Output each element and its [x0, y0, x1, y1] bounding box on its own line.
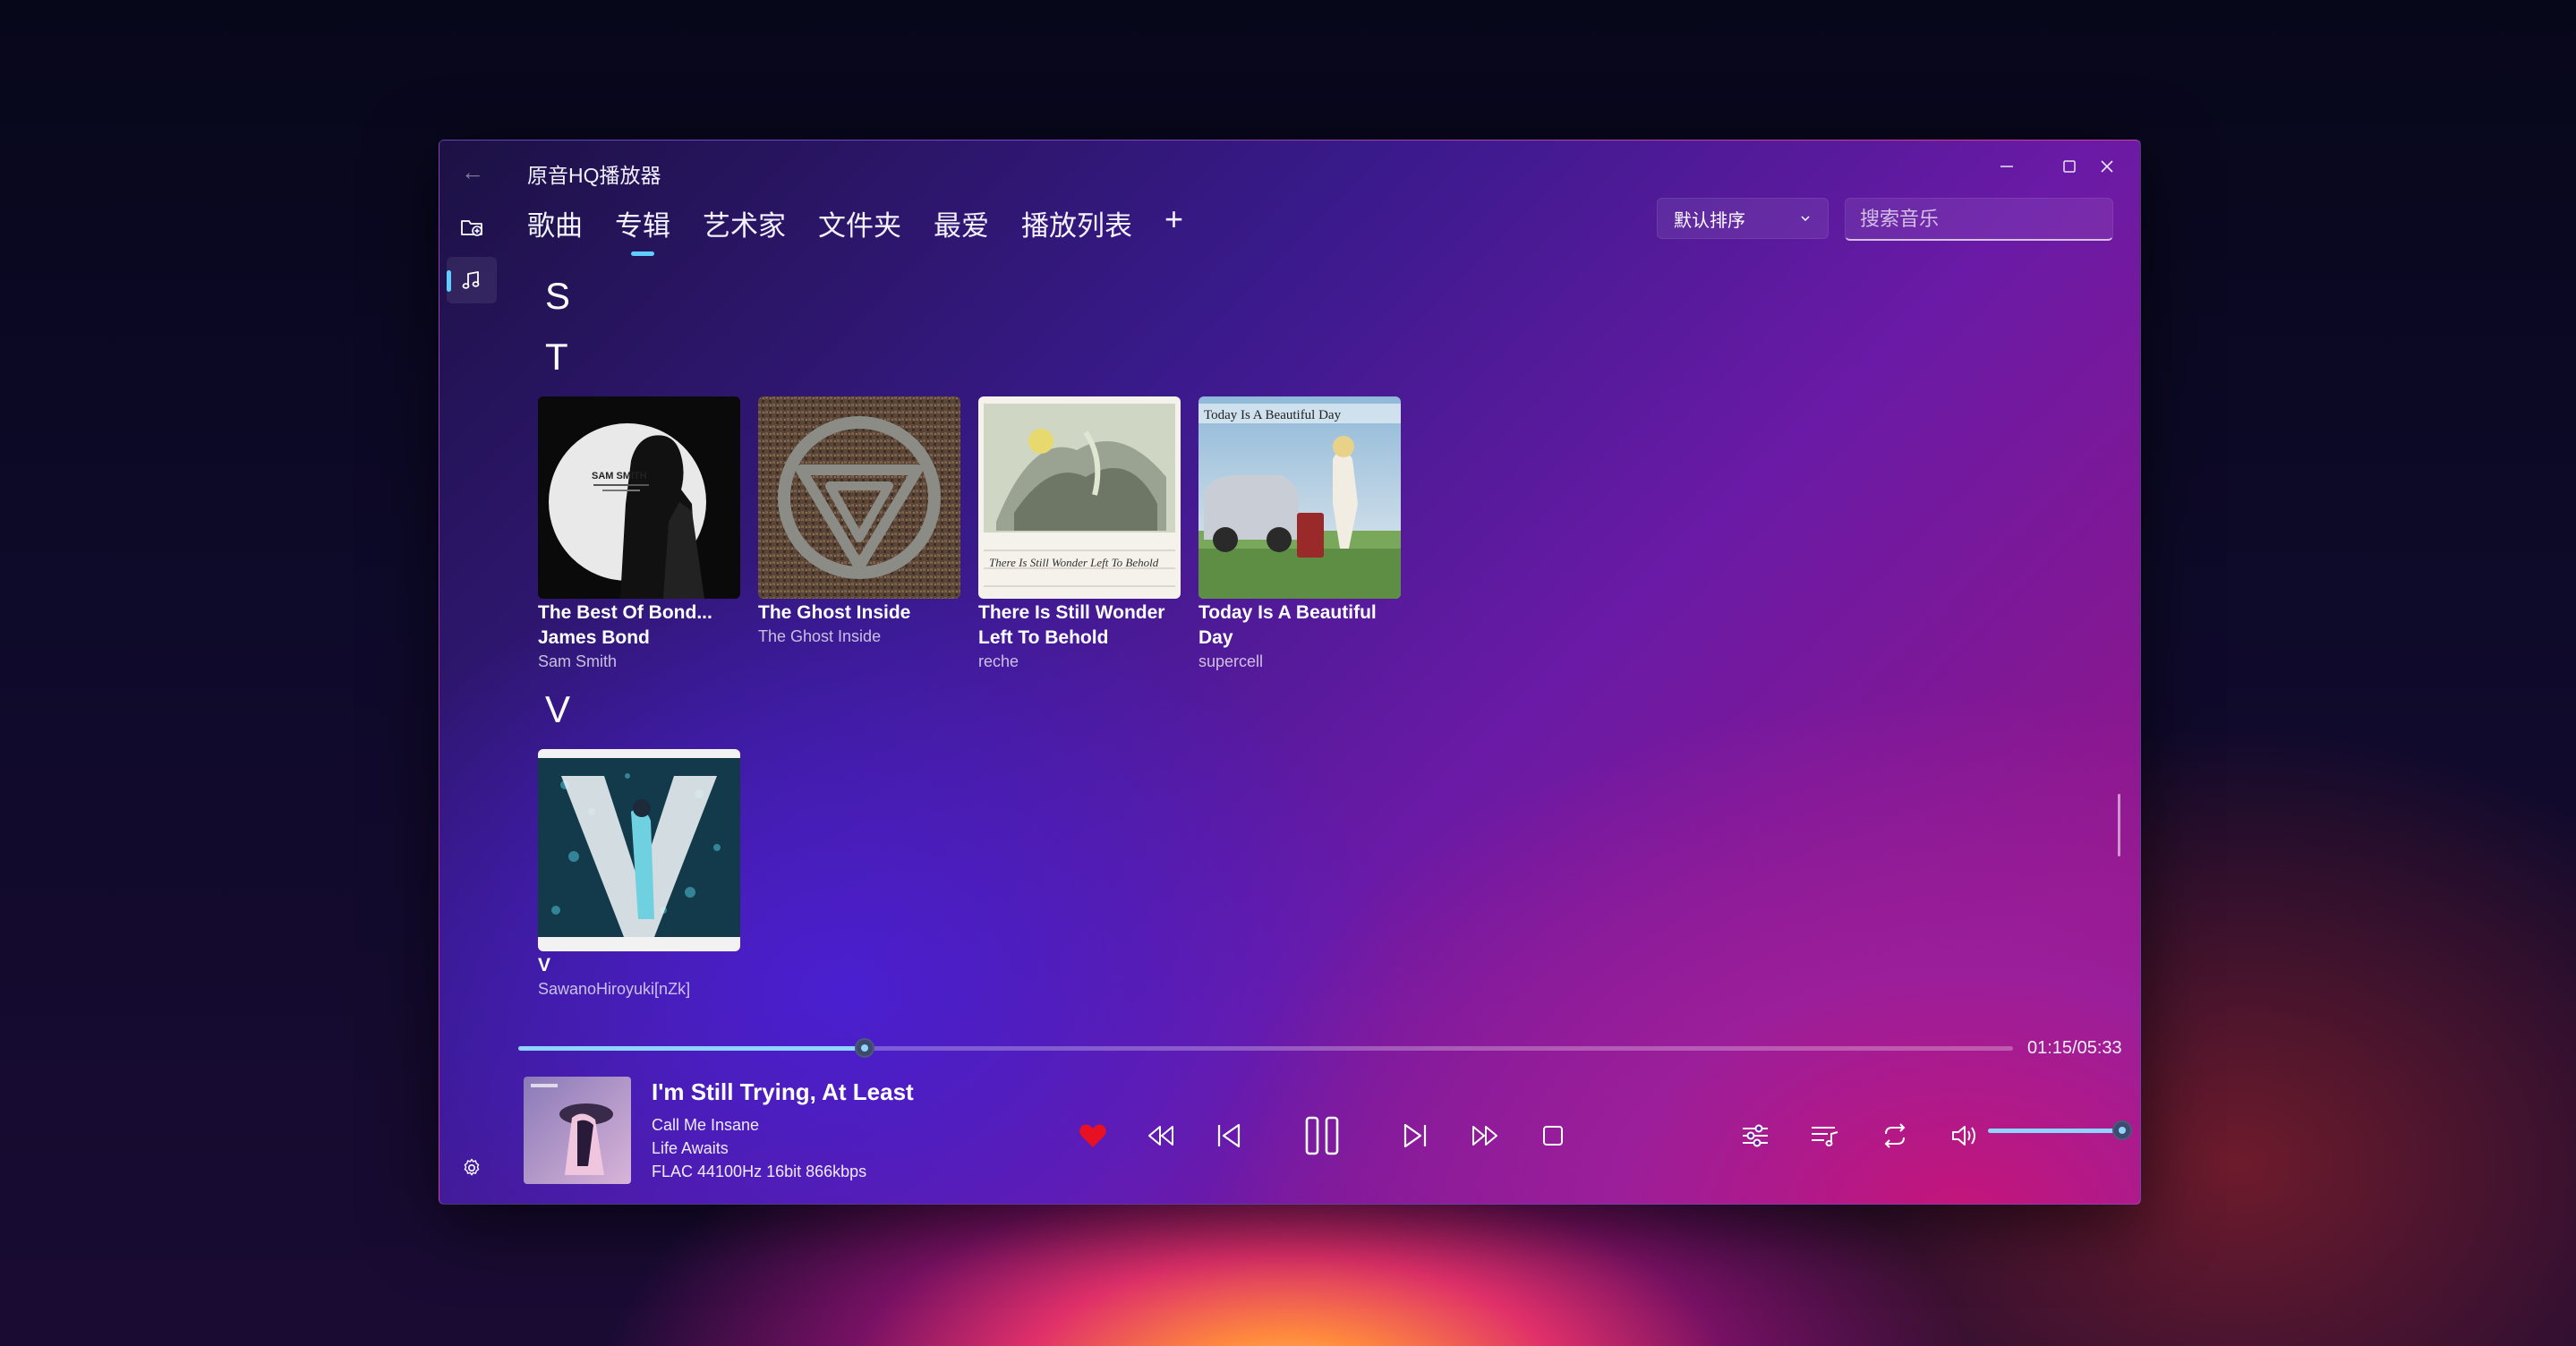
main-tabs: 歌曲 专辑 艺术家 文件夹 最爱 播放列表 + — [527, 203, 1183, 256]
folder-add-icon — [461, 220, 482, 236]
album-art-supercell: Today Is A Beautiful Day — [1198, 396, 1401, 599]
playlist-button[interactable] — [1804, 1114, 1847, 1157]
search-input[interactable] — [1845, 198, 2113, 241]
album-artist: SawanoHiroyuki[nZk] — [538, 980, 691, 998]
album-title: There Is Still Wonder Left To Behold — [978, 602, 1165, 648]
pause-button[interactable] — [1293, 1107, 1351, 1164]
album-artist: reche — [978, 652, 1019, 670]
supercell-cover-text: Today Is A Beautiful Day — [1204, 408, 1342, 422]
album-title: The Best Of Bond... James Bond — [538, 602, 712, 648]
album-title: Today Is A Beautiful Day — [1198, 602, 1377, 648]
skip-previous-icon — [1217, 1123, 1241, 1148]
sam-smith-cover-text: SAM SMITH — [592, 471, 647, 481]
equalizer-icon — [1743, 1124, 1768, 1147]
section-letter-s[interactable]: S — [545, 275, 570, 318]
sidebar-item-settings[interactable] — [447, 1145, 497, 1191]
album-artist: supercell — [1198, 652, 1264, 670]
music-note-icon — [462, 271, 480, 289]
tab-songs[interactable]: 歌曲 — [527, 203, 583, 243]
progress-fill — [518, 1046, 866, 1051]
volume-icon — [1952, 1126, 1975, 1146]
app-title: 原音HQ播放器 — [527, 164, 661, 187]
previous-button[interactable] — [1207, 1114, 1250, 1157]
stop-button[interactable] — [1531, 1114, 1574, 1157]
playlist-icon — [1812, 1127, 1838, 1146]
section-letter-t[interactable]: T — [545, 336, 568, 379]
now-playing-cover[interactable] — [524, 1077, 631, 1184]
progress-thumb[interactable] — [855, 1038, 875, 1058]
playback-time: 01:15/05:33 — [2027, 1038, 2122, 1058]
album-cover: There Is Still Wonder Left To Behold — [978, 396, 1181, 599]
scrollbar-thumb[interactable] — [2118, 794, 2120, 856]
volume-fill — [1988, 1129, 2122, 1133]
album-art-reche: There Is Still Wonder Left To Behold — [978, 396, 1181, 599]
equalizer-button[interactable] — [1734, 1114, 1777, 1157]
album-art-ghost-inside — [758, 396, 960, 599]
album-card[interactable]: V SawanoHiroyuki[nZk] — [538, 749, 740, 1000]
close-icon — [2101, 160, 2113, 173]
volume-thumb[interactable] — [2112, 1120, 2132, 1140]
tab-folders[interactable]: 文件夹 — [818, 203, 901, 243]
minimize-button[interactable] — [1975, 146, 2038, 187]
album-cover: Today Is A Beautiful Day — [1198, 396, 1401, 599]
reche-cover-text: There Is Still Wonder Left To Behold — [989, 556, 1159, 569]
add-tab-button[interactable]: + — [1164, 203, 1183, 243]
skip-next-icon — [1403, 1123, 1427, 1148]
tab-artists[interactable]: 艺术家 — [703, 203, 786, 243]
tab-favorites[interactable]: 最爱 — [934, 203, 989, 243]
album-art-v — [538, 749, 740, 951]
album-artist: Sam Smith — [538, 652, 618, 670]
album-cover: SAM SMITH — [538, 396, 740, 599]
album-card[interactable]: There Is Still Wonder Left To Behold The… — [978, 396, 1181, 672]
progress-slider[interactable] — [518, 1038, 2013, 1058]
now-playing-artist[interactable]: Call Me Insane — [652, 1116, 759, 1135]
back-button[interactable]: ← — [457, 157, 488, 187]
album-card[interactable]: SAM SMITH The Best Of Bond... James Bond… — [538, 396, 740, 672]
stop-icon — [1543, 1126, 1563, 1146]
album-cover — [758, 396, 960, 599]
volume-slider[interactable] — [1988, 1120, 2132, 1140]
now-playing-album[interactable]: Life Awaits — [652, 1139, 729, 1158]
app-window: ← 原音HQ播放器 歌曲 专辑 艺术家 文件夹 最爱 播放列表 + 默认排序 搜… — [439, 140, 2141, 1205]
tab-albums[interactable]: 专辑 — [615, 203, 670, 256]
next-button[interactable] — [1394, 1114, 1437, 1157]
album-artist: The Ghost Inside — [758, 627, 882, 645]
repeat-button[interactable] — [1873, 1114, 1916, 1157]
rewind-button[interactable] — [1139, 1114, 1182, 1157]
chevron-down-icon — [1801, 216, 1810, 222]
fast-forward-button[interactable] — [1463, 1114, 1506, 1157]
sidebar-active-indicator — [447, 270, 451, 292]
album-card[interactable]: Today Is A Beautiful Day Today Is A Beau… — [1198, 396, 1401, 672]
minimize-icon — [2000, 166, 2013, 167]
heart-icon — [1079, 1124, 1106, 1147]
album-card[interactable]: The Ghost Inside The Ghost Inside — [758, 396, 960, 647]
now-playing-title: I'm Still Trying, At Least — [652, 1078, 914, 1105]
favorite-button[interactable] — [1071, 1114, 1114, 1157]
repeat-icon — [1884, 1123, 1906, 1148]
sort-selected-label: 默认排序 — [1674, 210, 1745, 231]
back-arrow-icon: ← — [461, 158, 484, 185]
album-title: The Ghost Inside — [758, 602, 911, 623]
album-art-sam-smith: SAM SMITH — [538, 396, 740, 599]
tab-playlists[interactable]: 播放列表 — [1021, 203, 1132, 243]
close-button[interactable] — [2076, 146, 2138, 187]
album-title: V — [538, 955, 551, 975]
fast-forward-icon — [1472, 1126, 1497, 1146]
rewind-icon — [1148, 1126, 1173, 1146]
pause-icon — [1305, 1116, 1339, 1155]
volume-button[interactable] — [1943, 1114, 1986, 1157]
section-letter-v[interactable]: V — [545, 688, 570, 731]
sidebar-item-folder-add[interactable] — [447, 203, 497, 250]
sidebar-item-music[interactable] — [447, 257, 497, 303]
now-playing-format: FLAC 44100Hz 16bit 866kbps — [652, 1163, 867, 1180]
album-cover — [538, 749, 740, 951]
gear-icon — [464, 1158, 480, 1176]
sort-dropdown[interactable]: 默认排序 — [1657, 198, 1829, 239]
now-playing-art — [524, 1077, 631, 1184]
